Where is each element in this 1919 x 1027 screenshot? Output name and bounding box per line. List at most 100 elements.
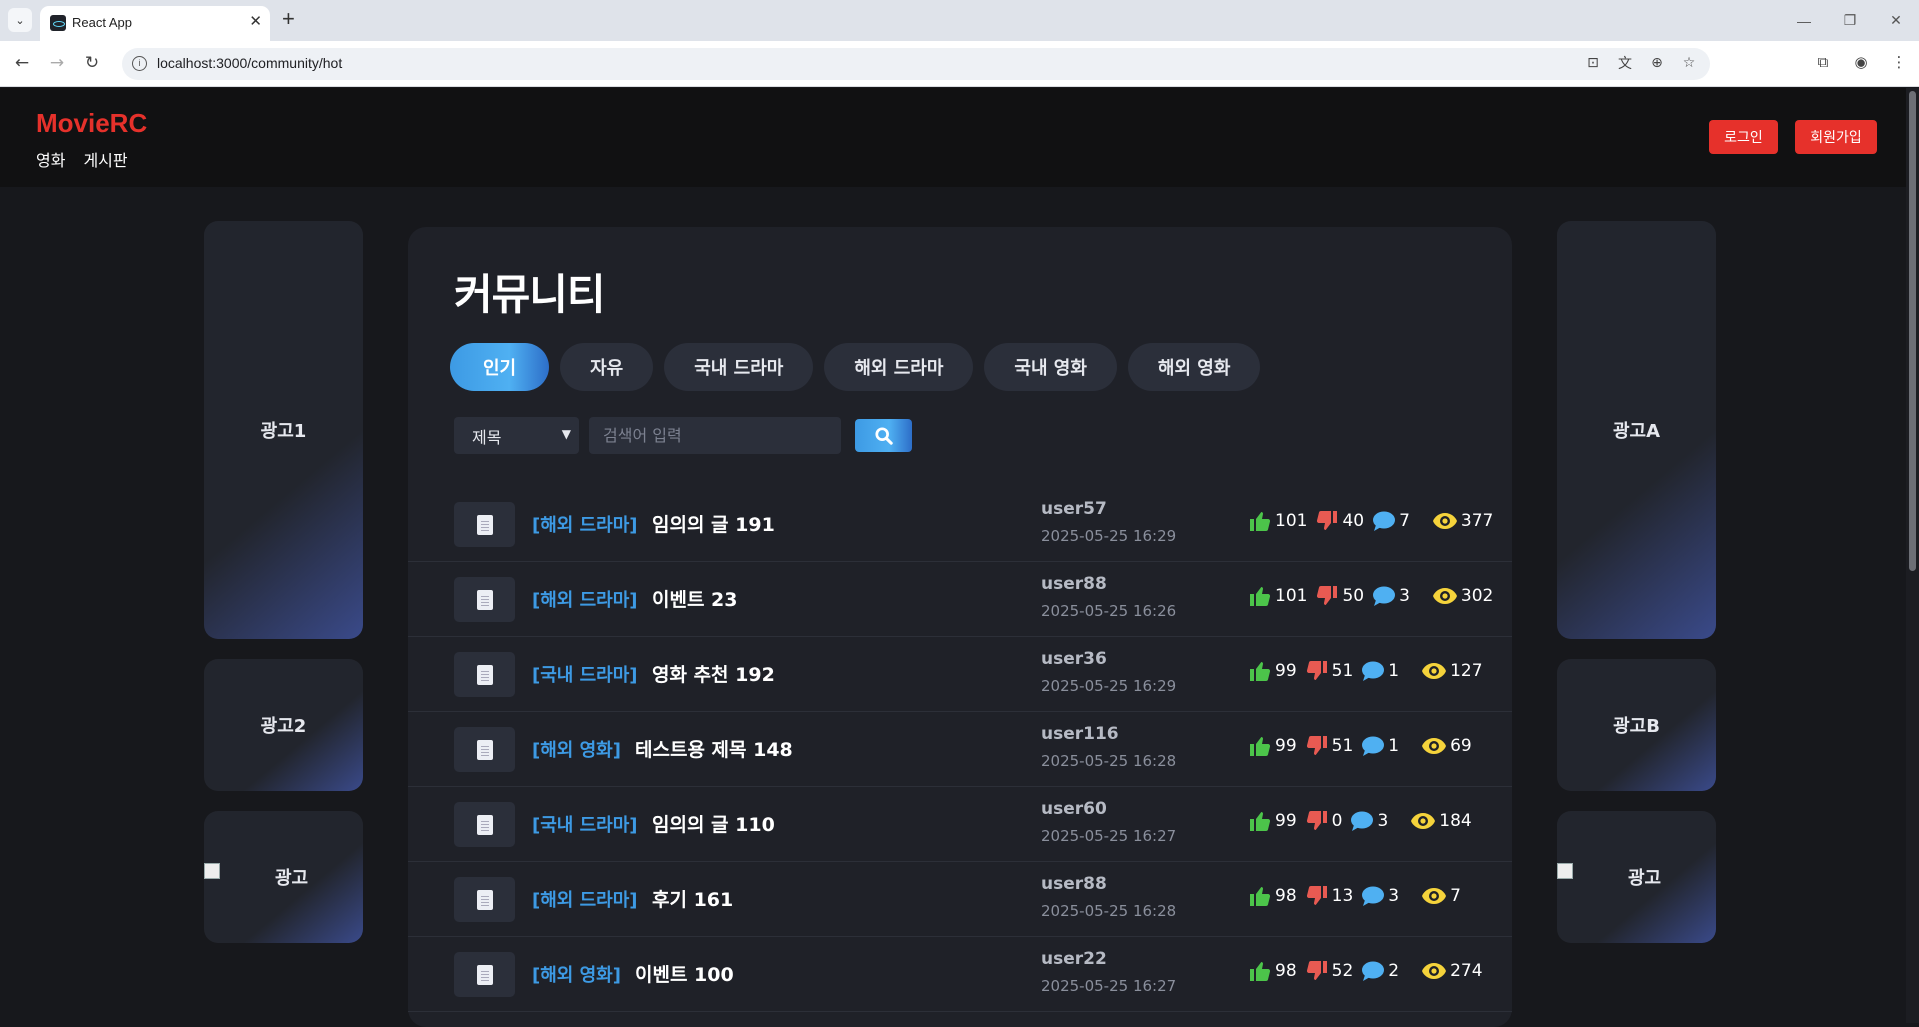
views-stat: 184 [1410,811,1472,831]
url-text[interactable]: localhost:3000/community/hot [157,55,342,71]
ad-left-2[interactable]: 광고2 [204,659,363,791]
search-type-select[interactable]: 제목 ▼ [454,417,579,454]
search-icon [874,426,893,445]
thumbs-down-icon [1306,961,1327,980]
app-root: MovieRC 영화 게시판 로그인 회원가입 광고1 광고2 광고 광고A 광… [0,88,1919,1027]
post-title[interactable]: 테스트용 제목 148 [635,735,793,762]
ad-right-c[interactable]: 광고 [1557,811,1716,943]
post-title[interactable]: 임의의 글 191 [652,510,775,537]
login-button[interactable]: 로그인 [1709,120,1778,154]
post-row[interactable]: [해외 드라마] 이벤트 23 user88 2025-05-25 16:26 … [408,562,1512,637]
post-row[interactable]: [해외 드라마] 후기 161 user88 2025-05-25 16:28 … [408,862,1512,937]
post-row[interactable]: [국내 드라마] 임의의 글 110 user60 2025-05-25 16:… [408,787,1512,862]
post-row[interactable]: [해외 영화] 이벤트 100 user22 2025-05-25 16:27 … [408,937,1512,1012]
browser-toolbar: ← → ↻ i localhost:3000/community/hot ⊡ 文… [0,41,1919,87]
comment-count: 3 [1399,586,1410,606]
comment-count: 1 [1388,736,1400,756]
bookmark-star-icon[interactable]: ☆ [1680,54,1698,72]
ad-label: 광고2 [260,716,307,737]
dislike-stat: 51 [1305,734,1353,758]
document-icon [476,964,493,985]
signup-button[interactable]: 회원가입 [1795,120,1877,154]
dislike-stat: 13 [1305,884,1353,908]
scrollbar-thumb[interactable] [1909,91,1916,571]
main-nav: 영화 게시판 [36,147,128,171]
views-count: 274 [1450,961,1483,981]
post-date: 2025-05-25 16:27 [1041,977,1177,995]
tab-free[interactable]: 자유 [560,343,654,391]
tab-foreign-movie[interactable]: 해외 영화 [1127,343,1261,391]
post-author: user88 [1041,874,1107,894]
tab-domestic-drama[interactable]: 국내 드라마 [664,343,814,391]
tab-close-icon[interactable]: ✕ [249,12,262,30]
like-count: 99 [1275,736,1297,756]
post-thumbnail [454,652,515,697]
tab-domestic-movie[interactable]: 국내 영화 [984,343,1117,391]
profile-icon[interactable]: ◉ [1851,52,1871,72]
post-stats: 98 52 2 274 [1248,959,1491,983]
translate-icon[interactable]: 文 [1616,54,1634,72]
search-input[interactable] [589,417,841,454]
site-info-icon[interactable]: i [132,56,147,71]
more-menu-icon[interactable]: ⋮ [1889,52,1909,72]
search-button[interactable] [855,419,912,452]
minimize-icon[interactable]: — [1781,0,1827,41]
ad-left-3[interactable]: 광고 [204,811,363,943]
browser-tab[interactable]: React App ✕ [40,6,270,41]
post-title[interactable]: 이벤트 23 [652,585,738,612]
comment-icon [1373,511,1396,531]
comment-stat: 1 [1361,735,1399,757]
zoom-icon[interactable]: ⊕ [1648,54,1666,72]
ad-left-1[interactable]: 광고1 [204,221,363,639]
post-title[interactable]: 후기 161 [652,885,733,912]
thumbs-up-icon [1250,737,1271,756]
post-author: user60 [1041,799,1107,819]
ad-right-b[interactable]: 광고B [1557,659,1716,791]
post-thumbnail [454,577,515,622]
reload-icon[interactable]: ↻ [80,51,104,75]
post-thumbnail [454,877,515,922]
post-author: user57 [1041,499,1107,519]
post-row[interactable]: [해외 드라마] 임의의 글 191 user57 2025-05-25 16:… [408,487,1512,562]
like-count: 98 [1275,961,1297,981]
tab-foreign-drama[interactable]: 해외 드라마 [824,343,974,391]
post-row[interactable]: [국내 드라마] 영화 추천 192 user36 2025-05-25 16:… [408,637,1512,712]
post-title[interactable]: 임의의 글 110 [652,810,775,837]
window-close-icon[interactable]: ✕ [1873,0,1919,41]
new-tab-icon[interactable]: + [282,6,295,32]
page-scrollbar[interactable] [1906,88,1919,1023]
install-app-icon[interactable]: ⊡ [1584,54,1602,72]
react-favicon-icon [50,15,66,31]
nav-item-movies[interactable]: 영화 [36,147,65,171]
post-category: [해외 영화] [532,740,621,761]
search-bar: 제목 ▼ [454,417,912,454]
post-title[interactable]: 영화 추천 192 [652,660,775,687]
address-bar[interactable]: i localhost:3000/community/hot ⊡ 文 ⊕ ☆ [122,48,1710,80]
thumbs-down-icon [1317,586,1338,605]
dislike-stat: 40 [1315,509,1364,533]
post-thumbnail [454,802,515,847]
document-icon [476,514,493,535]
dislike-count: 0 [1331,811,1343,831]
post-date: 2025-05-25 16:29 [1041,677,1177,695]
tab-search-icon[interactable]: ⌄ [8,8,32,32]
forward-icon[interactable]: → [45,51,69,75]
back-icon[interactable]: ← [10,51,34,75]
tab-hot[interactable]: 인기 [450,343,550,391]
eye-icon [1411,813,1436,829]
browser-tabbar: ⌄ React App ✕ + — ❐ ✕ [0,0,1919,41]
post-stats: 101 50 3 302 [1248,584,1501,608]
thumbs-down-icon [1306,811,1327,830]
extensions-icon[interactable]: ⧉ [1813,52,1833,72]
comment-stat: 2 [1361,960,1399,982]
nav-item-board[interactable]: 게시판 [83,147,127,171]
dislike-count: 50 [1342,586,1365,606]
post-title[interactable]: 이벤트 100 [635,960,734,987]
dislike-count: 40 [1342,511,1365,531]
post-date: 2025-05-25 16:28 [1041,752,1177,770]
post-row[interactable]: [해외 영화] 테스트용 제목 148 user116 2025-05-25 1… [408,712,1512,787]
restore-icon[interactable]: ❐ [1827,0,1873,41]
site-logo[interactable]: MovieRC [36,108,147,139]
ad-right-a[interactable]: 광고A [1557,221,1716,639]
thumbs-down-icon [1317,511,1338,530]
